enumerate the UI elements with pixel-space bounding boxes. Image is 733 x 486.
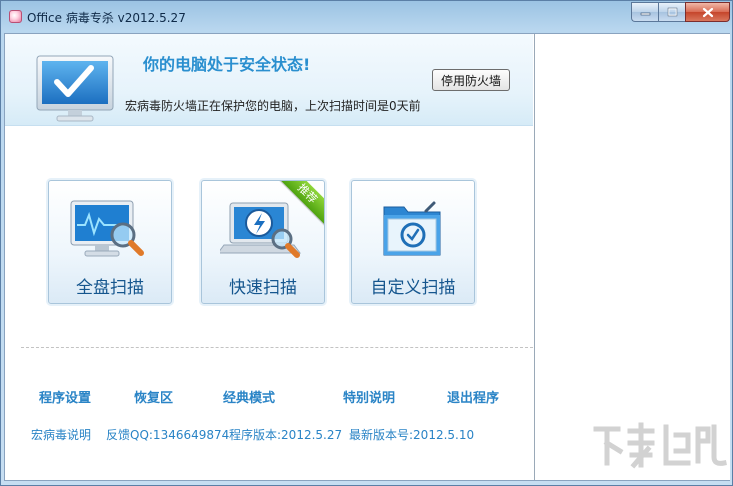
title-bar[interactable]: Office 病毒专杀 v2012.5.27 <box>1 1 733 31</box>
feedback-qq: 反馈QQ:1346649874 <box>106 428 230 442</box>
minimize-button[interactable] <box>631 2 658 22</box>
status-banner: 你的电脑处于安全状态! 宏病毒防火墙正在保护您的电脑，上次扫描时间是0天前 停用… <box>5 34 533 126</box>
latest-version: 最新版本号:2012.5.10 <box>349 428 475 442</box>
close-button[interactable] <box>685 2 730 22</box>
status-description: 宏病毒防火墙正在保护您的电脑，上次扫描时间是0天前 <box>125 99 421 113</box>
exit-program-link[interactable]: 退出程序 <box>447 387 499 406</box>
window-controls <box>631 2 730 22</box>
classic-mode-link[interactable]: 经典模式 <box>223 387 275 406</box>
maximize-icon <box>667 7 677 17</box>
disable-firewall-button[interactable]: 停用防火墙 <box>432 69 510 91</box>
folder-scan-icon <box>383 201 441 256</box>
settings-link[interactable]: 程序设置 <box>39 387 91 406</box>
status-title: 你的电脑处于安全状态! <box>143 55 311 74</box>
app-icon <box>9 10 22 23</box>
main-panel: 你的电脑处于安全状态! 宏病毒防火墙正在保护您的电脑，上次扫描时间是0天前 停用… <box>5 34 533 480</box>
download-site-watermark-logo <box>593 422 727 469</box>
maximize-button[interactable] <box>658 2 685 22</box>
laptop-lightning-icon <box>220 202 301 258</box>
program-version: 程序版本:2012.5.27 <box>229 428 343 442</box>
app-window: Office 病毒专杀 v2012.5.27 你的电脑处于安全状态! 宏病毒防火… <box>0 0 733 486</box>
minimize-icon <box>640 12 650 16</box>
shield-monitor-icon <box>36 55 114 122</box>
macro-virus-help-link[interactable]: 宏病毒说明 <box>31 426 91 443</box>
section-divider <box>21 347 533 348</box>
quick-scan-label: 快速扫描 <box>229 278 297 298</box>
custom-scan-button[interactable]: 自定义扫描 <box>351 180 475 304</box>
special-notes-link[interactable]: 特别说明 <box>343 387 395 406</box>
window-title: Office 病毒专杀 v2012.5.27 <box>27 11 186 25</box>
monitor-magnifier-icon <box>70 200 144 257</box>
quick-scan-button[interactable]: 推荐 快速扫描 <box>201 180 325 304</box>
custom-scan-label: 自定义扫描 <box>370 278 456 298</box>
full-scan-label: 全盘扫描 <box>76 278 144 298</box>
recovery-area-link[interactable]: 恢复区 <box>134 387 173 406</box>
client-area: 你的电脑处于安全状态! 宏病毒防火墙正在保护您的电脑，上次扫描时间是0天前 停用… <box>4 33 730 481</box>
full-scan-button[interactable]: 全盘扫描 <box>48 180 172 304</box>
close-icon <box>702 7 713 17</box>
side-panel <box>534 34 730 480</box>
